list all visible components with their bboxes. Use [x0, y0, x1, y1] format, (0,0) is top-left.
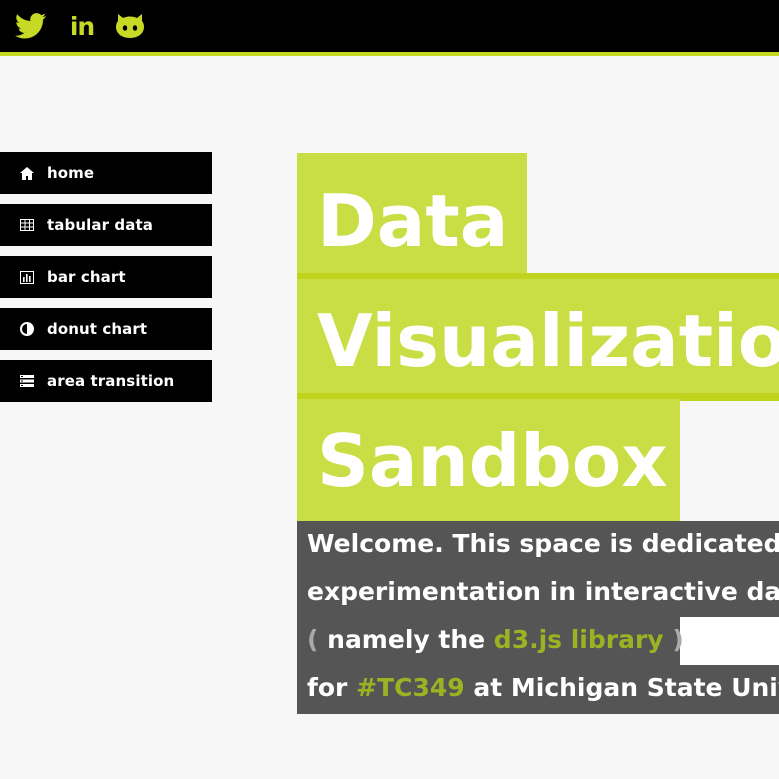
- sidebar-nav: home tabular data bar chart donut chart …: [0, 152, 212, 412]
- nav-label: bar chart: [47, 268, 126, 286]
- highlight-gap: [680, 617, 779, 665]
- close-paren: ): [663, 625, 684, 654]
- welcome-line-1: Welcome. This space is dedicated to: [307, 529, 779, 558]
- table-icon: [20, 218, 34, 232]
- welcome-line-4-post: at Michigan State University: [473, 673, 779, 702]
- list-icon: [20, 374, 34, 388]
- nav-item-bar-chart[interactable]: bar chart: [0, 256, 212, 298]
- twitter-icon[interactable]: [14, 10, 48, 42]
- top-bar: in: [0, 0, 779, 56]
- welcome-line-3: ( namely the d3.js library ): [307, 625, 684, 654]
- page-title-line-3: Sandbox: [297, 393, 680, 521]
- nav-label: area transition: [47, 372, 175, 390]
- nav-label: tabular data: [47, 216, 153, 234]
- welcome-block: Welcome. This space is dedicated to expe…: [297, 521, 779, 714]
- nav-item-home[interactable]: home: [0, 152, 212, 194]
- nav-item-area-transition[interactable]: area transition: [0, 360, 212, 402]
- page-title-line-1: Data: [297, 153, 527, 281]
- nav-item-donut-chart[interactable]: donut chart: [0, 308, 212, 350]
- home-icon: [20, 166, 34, 180]
- d3-library-link[interactable]: d3.js library: [494, 625, 664, 654]
- linkedin-icon[interactable]: in: [66, 10, 98, 42]
- open-paren: (: [307, 625, 319, 654]
- nav-label: home: [47, 164, 95, 182]
- welcome-line-3-text: namely the: [318, 625, 494, 654]
- bar-chart-icon: [20, 270, 34, 284]
- page-title-line-2: Visualization: [297, 273, 779, 401]
- nav-label: donut chart: [47, 320, 148, 338]
- welcome-line-4-pre: for: [307, 673, 357, 702]
- half-circle-icon: [20, 322, 34, 336]
- welcome-line-2: experimentation in interactive data: [307, 577, 779, 606]
- welcome-line-4: for #TC349 at Michigan State University: [307, 673, 779, 702]
- nav-item-tabular-data[interactable]: tabular data: [0, 204, 212, 246]
- github-icon[interactable]: [112, 10, 148, 42]
- course-tag: #TC349: [356, 673, 465, 702]
